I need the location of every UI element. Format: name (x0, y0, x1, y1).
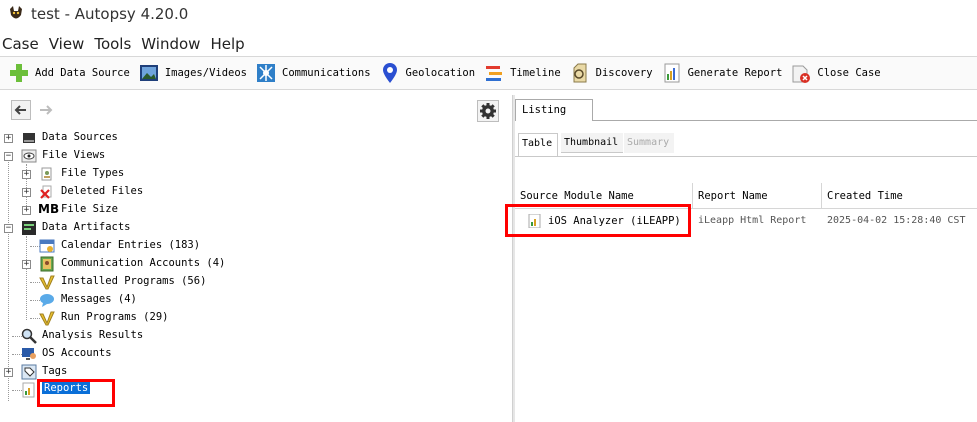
tree-item-file-views[interactable]: − File Views (0, 147, 300, 165)
cell-report-name: iLeapp Html Report (698, 215, 807, 226)
expand-icon[interactable]: + (4, 368, 13, 377)
tree-item-messages[interactable]: Messages (4) (0, 291, 300, 309)
images-videos-button[interactable]: Images/Videos (138, 59, 247, 87)
expand-icon[interactable]: + (4, 134, 13, 143)
eye-icon (21, 149, 37, 163)
menu-tools[interactable]: Tools (94, 35, 131, 53)
programs-icon (39, 275, 55, 290)
geolocation-button[interactable]: Geolocation (379, 59, 475, 87)
close-case-button[interactable]: Close Case (790, 59, 881, 87)
autopsy-logo-icon (10, 6, 22, 19)
cell-created-time: 2025-04-02 15:28:40 CST (827, 215, 966, 226)
images-icon (139, 65, 158, 81)
tree-item-file-size[interactable]: + MB File Size (0, 201, 300, 219)
menu-help[interactable]: Help (210, 35, 244, 53)
result-viewer-panel: Listing Table Thumbnail Summary Source M… (505, 95, 977, 422)
tab-thumbnail[interactable]: Thumbnail (561, 133, 623, 153)
expand-icon[interactable]: + (22, 170, 31, 179)
menu-window[interactable]: Window (141, 35, 200, 53)
tree-item-data-sources[interactable]: + Data Sources (0, 129, 300, 147)
settings-button[interactable] (477, 100, 499, 122)
annotation-highlight-box (505, 204, 691, 237)
discovery-button[interactable]: Discovery (569, 59, 653, 87)
contacts-icon (40, 256, 54, 272)
menu-view[interactable]: View (49, 35, 85, 53)
generate-report-button[interactable]: Generate Report (661, 59, 782, 87)
title-bar: test - Autopsy 4.20.0 (0, 0, 977, 28)
tree-item-calendar-entries[interactable]: Calendar Entries (183) (0, 237, 300, 255)
collapse-icon[interactable]: − (4, 152, 13, 161)
close-case-icon (792, 65, 811, 83)
add-data-source-button[interactable]: Add Data Source (8, 59, 130, 87)
map-pin-icon (382, 63, 397, 83)
os-accounts-icon (22, 348, 36, 360)
expand-icon[interactable]: + (22, 188, 31, 197)
back-button[interactable] (11, 100, 31, 120)
magnifier-icon (21, 328, 37, 344)
menu-bar: Case View Tools Window Help (0, 33, 977, 55)
expand-icon[interactable]: + (22, 260, 31, 269)
left-navigation-panel: + Data Sources − File Views + File Types (0, 95, 512, 422)
run-programs-icon (39, 311, 55, 326)
communications-icon (257, 64, 276, 82)
tree-item-deleted-files[interactable]: + Deleted Files (0, 183, 300, 201)
tree-item-data-artifacts[interactable]: − Data Artifacts (0, 219, 300, 237)
tab-listing[interactable]: Listing (515, 99, 593, 121)
tree-item-os-accounts[interactable]: OS Accounts (0, 345, 300, 363)
file-types-icon (41, 167, 52, 181)
menu-case[interactable]: Case (2, 35, 39, 53)
communications-button[interactable]: Communications (255, 59, 371, 87)
tab-summary[interactable]: Summary (624, 133, 674, 153)
toolbar: Add Data Source Images/Videos Communicat… (0, 56, 977, 90)
timeline-button[interactable]: Timeline (483, 59, 561, 87)
tree-item-analysis-results[interactable]: Analysis Results (0, 327, 300, 345)
expand-icon[interactable]: + (22, 206, 31, 215)
data-artifacts-icon (22, 221, 36, 235)
tree-item-run-programs[interactable]: Run Programs (29) (0, 309, 300, 327)
tab-table[interactable]: Table (518, 133, 558, 156)
hard-drive-icon (23, 133, 35, 143)
arrow-right-icon (40, 105, 53, 115)
column-header-created-time[interactable]: Created Time (822, 183, 977, 209)
deleted-file-icon (40, 185, 52, 199)
tree-item-file-types[interactable]: + File Types (0, 165, 300, 183)
report-icon (664, 63, 680, 83)
file-size-icon: MB (38, 202, 60, 216)
annotation-highlight-box (37, 379, 115, 407)
plus-icon (10, 64, 28, 82)
forward-button[interactable] (36, 100, 56, 120)
tab-divider (593, 120, 977, 121)
tag-icon (21, 364, 37, 380)
message-icon (40, 294, 54, 307)
arrow-left-icon (14, 105, 26, 115)
subtab-divider (515, 156, 977, 157)
discovery-icon (573, 63, 587, 83)
tree-item-installed-programs[interactable]: Installed Programs (56) (0, 273, 300, 291)
window-title: test - Autopsy 4.20.0 (31, 5, 189, 23)
tree-item-communication-accounts[interactable]: + Communication Accounts (4) (0, 255, 300, 273)
column-header-report-name[interactable]: Report Name (693, 183, 822, 209)
collapse-icon[interactable]: − (4, 224, 13, 233)
calendar-icon (39, 239, 55, 253)
report-icon (22, 382, 35, 398)
gear-icon (480, 103, 496, 119)
timeline-icon (486, 66, 503, 81)
